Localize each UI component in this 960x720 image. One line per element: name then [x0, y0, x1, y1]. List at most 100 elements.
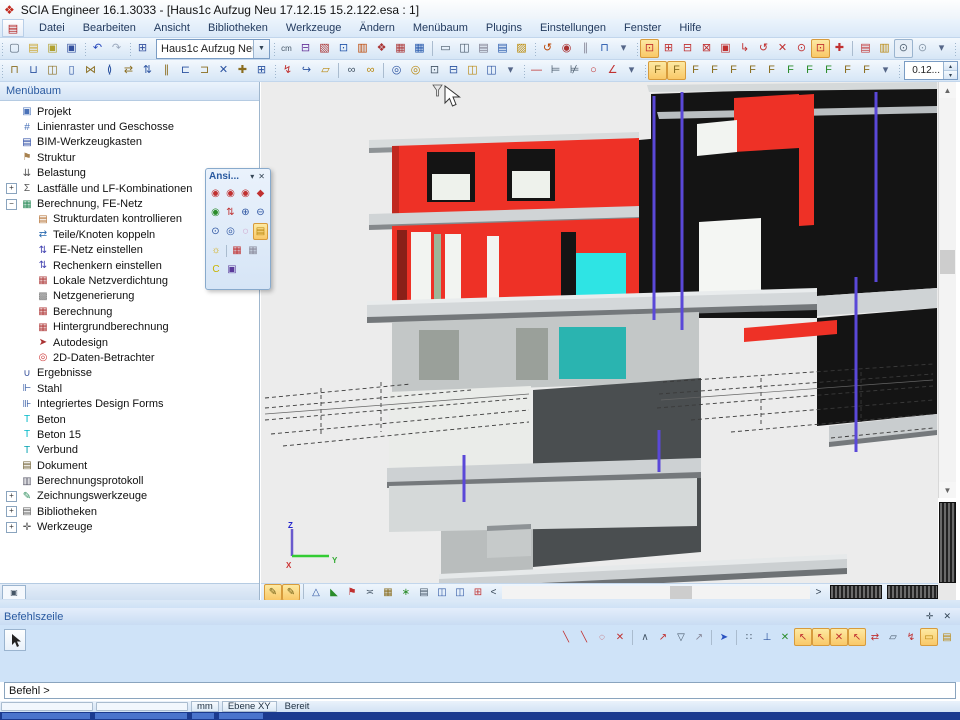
rendered-icon[interactable]: ✎: [282, 584, 300, 601]
snap-endpoint-icon[interactable]: ↖: [794, 628, 812, 646]
expand-icon[interactable]: +: [6, 506, 17, 517]
light-icon[interactable]: ☼: [208, 242, 224, 259]
search-icon[interactable]: ◎: [387, 61, 406, 80]
tree-item-integriertes-design-forms[interactable]: ⊪Integriertes Design Forms: [6, 396, 259, 411]
dim-horizontal-icon[interactable]: ⊨: [546, 61, 565, 80]
section-view-icon[interactable]: ⊟: [444, 61, 463, 80]
func-moment-icon[interactable]: F: [686, 61, 705, 80]
tree-item-projekt[interactable]: ▣Projekt: [6, 104, 259, 119]
cross-link-icon[interactable]: ✚: [233, 61, 252, 80]
view-rotate-icon[interactable]: ⇅: [223, 204, 238, 221]
command-panel-header[interactable]: Befehlszeile ✛ ✕: [0, 608, 960, 625]
snap-cancel-icon[interactable]: ✕: [611, 628, 629, 646]
export-icon[interactable]: ▤: [493, 39, 512, 58]
notes-icon[interactable]: ▨: [512, 39, 531, 58]
rib-icon[interactable]: ◫: [43, 61, 62, 80]
rotate-member-icon[interactable]: ↳: [735, 39, 754, 58]
tree-item-bim-werkzeugkasten[interactable]: ▤BIM-Werkzeugkasten: [6, 135, 259, 150]
numbering-icon[interactable]: ▤: [415, 584, 433, 601]
window-icon[interactable]: ⊞: [133, 39, 152, 58]
opening-icon[interactable]: ⇅: [138, 61, 157, 80]
project-combobox[interactable]: Haus1c Aufzug Neu ▼: [156, 39, 270, 59]
toolbar-overflow-icon[interactable]: ▾: [932, 39, 951, 58]
view-axo-icon[interactable]: ◆: [253, 185, 268, 202]
view-y-icon[interactable]: ◉: [223, 185, 238, 202]
func-surface-load-icon[interactable]: F: [743, 61, 762, 80]
scroll-down-icon[interactable]: ▼: [939, 482, 956, 498]
dim-angle-icon[interactable]: ∠: [603, 61, 622, 80]
snap-intersection-icon[interactable]: ✕: [776, 628, 794, 646]
center-icon[interactable]: ✚: [830, 39, 849, 58]
close-icon[interactable]: ✕: [938, 611, 956, 622]
snap-surface-icon[interactable]: ↖: [848, 628, 866, 646]
move-node-icon[interactable]: ⊟: [678, 39, 697, 58]
search-named-icon[interactable]: ◎: [406, 61, 425, 80]
loads-display-icon[interactable]: ⚑: [343, 584, 361, 601]
trim-member-icon[interactable]: ✕: [773, 39, 792, 58]
vertical-scroll-thumb[interactable]: [940, 250, 955, 274]
extend-member-icon[interactable]: ⊙: [792, 39, 811, 58]
solver-icon[interactable]: ▦: [410, 39, 429, 58]
expand-icon[interactable]: +: [6, 522, 17, 533]
view-perspective-icon[interactable]: ◉: [208, 204, 223, 221]
toolbar-overflow-icon[interactable]: ▾: [622, 61, 641, 80]
menubaum-tab[interactable]: ▣: [2, 585, 26, 599]
rolled-panel-vertical[interactable]: [939, 502, 956, 583]
snap-parallel-icon[interactable]: ↗: [690, 628, 708, 646]
view-settings-icon[interactable]: ▤: [253, 223, 268, 240]
snap-node-icon[interactable]: ⊡: [811, 39, 830, 58]
tree-item-beton-15[interactable]: TBeton 15: [6, 427, 259, 442]
ucs-icon[interactable]: ↪: [297, 61, 316, 80]
func-load2-icon[interactable]: F: [667, 61, 686, 80]
insert-block-icon[interactable]: ↺: [538, 39, 557, 58]
menu-book-icon[interactable]: ▤: [2, 19, 24, 37]
snap-perpendicular-icon[interactable]: ▽: [672, 628, 690, 646]
toolbar-overflow-icon[interactable]: ▾: [876, 61, 895, 80]
horizontal-scrollbar[interactable]: [502, 586, 810, 599]
scroll-up-icon[interactable]: ▲: [939, 82, 956, 98]
visibility-on-icon[interactable]: ⊙: [894, 39, 913, 58]
func-free-icon[interactable]: F: [838, 61, 857, 80]
polygon-edit-icon[interactable]: ▱: [316, 61, 335, 80]
table-input-icon[interactable]: ∥: [576, 39, 595, 58]
tree-item-zeichnungswerkzeuge[interactable]: +✎Zeichnungswerkzeuge: [6, 489, 259, 504]
tree-item-bibliotheken[interactable]: +▤Bibliotheken: [6, 504, 259, 519]
tree-item-stahl[interactable]: ⊩Stahl: [6, 381, 259, 396]
volumes-icon[interactable]: △: [307, 584, 325, 601]
layer-filter-icon[interactable]: ◫: [482, 61, 501, 80]
palette-close-icon[interactable]: ✕: [256, 172, 267, 181]
tree-item-dokument[interactable]: ▤Dokument: [6, 458, 259, 473]
zoom-selection-icon[interactable]: ◉: [557, 39, 576, 58]
tree-item-beton[interactable]: TBeton: [6, 412, 259, 427]
snap-length-icon[interactable]: ╲: [575, 628, 593, 646]
snap-grid-icon[interactable]: ∷: [740, 628, 758, 646]
zoom-previous-icon[interactable]: ◌: [238, 223, 253, 240]
layers-manager-icon[interactable]: ⊟: [296, 39, 315, 58]
tree-item-ergebnisse[interactable]: ∪Ergebnisse: [6, 366, 259, 381]
shrink-icon[interactable]: ∗: [397, 584, 415, 601]
tree-item-struktur[interactable]: ⚑Struktur: [6, 150, 259, 165]
plate-icon[interactable]: ⋈: [81, 61, 100, 80]
snap-midpoint-icon[interactable]: ↖: [812, 628, 830, 646]
status-units[interactable]: mm: [191, 701, 219, 712]
scale-spin-buttons[interactable]: ▴▾: [943, 62, 957, 79]
vertical-scrollbar[interactable]: ▲ ▼: [938, 82, 956, 498]
scroll-right-icon[interactable]: >: [812, 585, 825, 600]
wall-icon[interactable]: ≬: [100, 61, 119, 80]
print-preview-icon[interactable]: ◫: [455, 39, 474, 58]
menu-bibliotheken[interactable]: Bibliotheken: [199, 20, 277, 36]
view-z-icon[interactable]: ◉: [238, 185, 253, 202]
combo-dropdown-icon[interactable]: ▼: [253, 40, 269, 58]
haunch-icon[interactable]: ▯: [62, 61, 81, 80]
3d-window-icon[interactable]: ▣: [224, 261, 240, 278]
menu-bearbeiten[interactable]: Bearbeiten: [74, 20, 145, 36]
shell-icon[interactable]: ⇄: [119, 61, 138, 80]
horizontal-scroll-thumb[interactable]: [670, 586, 692, 599]
undo-icon[interactable]: ↶: [88, 39, 107, 58]
visibility-off-icon[interactable]: ⊙: [913, 39, 932, 58]
func-temp-icon[interactable]: F: [762, 61, 781, 80]
member-query-icon[interactable]: ⊓: [595, 39, 614, 58]
tree-item-autodesign[interactable]: ➤Autodesign: [6, 335, 259, 350]
beam-icon[interactable]: ⊔: [24, 61, 43, 80]
activity-icon[interactable]: ⊞: [469, 584, 487, 601]
